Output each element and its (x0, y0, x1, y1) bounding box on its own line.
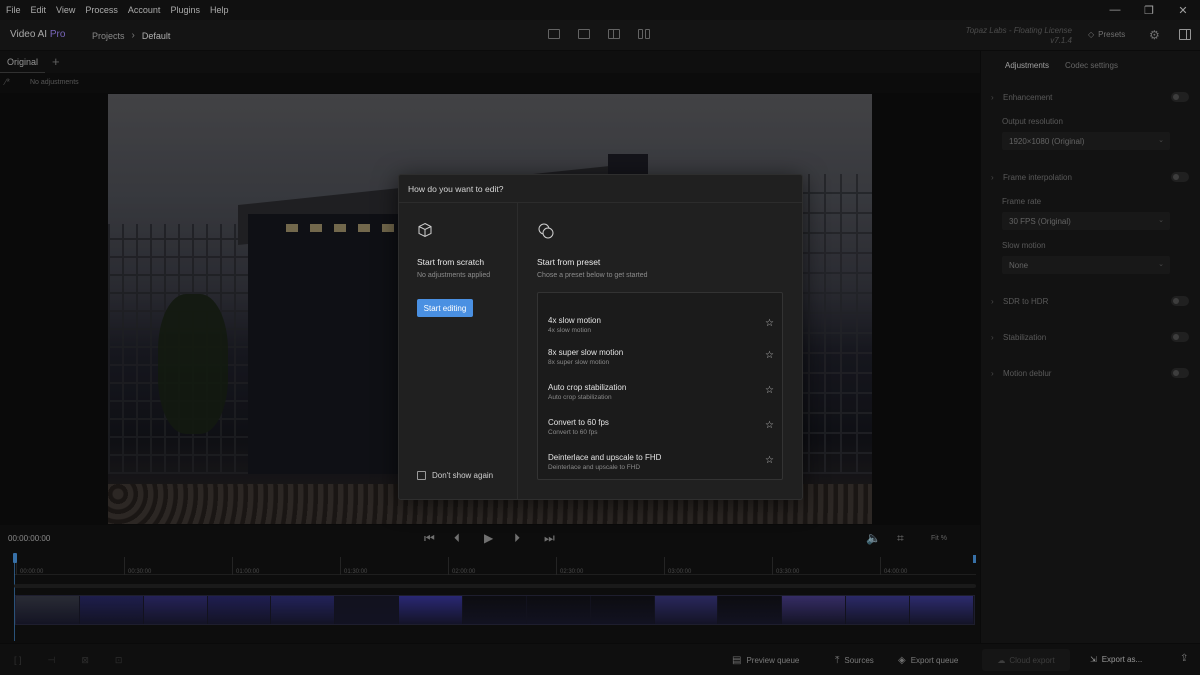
preset-list: 4x slow motion 4x slow motion ☆ 8x super… (537, 292, 783, 480)
presets-icon (538, 223, 554, 239)
preset-description: Convert to 60 fps (548, 429, 598, 436)
star-icon[interactable]: ☆ (765, 318, 774, 329)
preset-item[interactable]: Auto crop stabilization Auto crop stabil… (548, 383, 780, 411)
star-icon[interactable]: ☆ (765, 455, 774, 466)
scratch-title: Start from scratch (417, 257, 485, 267)
preset-name: 4x slow motion (548, 316, 601, 325)
dialog-divider (399, 202, 802, 203)
preset-item[interactable]: Deinterlace and upscale to FHD Deinterla… (548, 453, 780, 481)
star-icon[interactable]: ☆ (765, 350, 774, 361)
preset-description: 4x slow motion (548, 327, 591, 334)
preset-item[interactable]: 4x slow motion 4x slow motion ☆ (548, 316, 780, 344)
preset-description: Deinterlace and upscale to FHD (548, 464, 641, 471)
edit-mode-dialog: How do you want to edit? Start from scra… (398, 174, 803, 500)
scratch-subtitle: No adjustments applied (417, 272, 491, 279)
start-editing-button[interactable]: Start editing (417, 299, 473, 317)
preset-description: Auto crop stabilization (548, 394, 612, 401)
preset-item[interactable]: Convert to 60 fps Convert to 60 fps ☆ (548, 418, 780, 446)
preset-description: 8x super slow motion (548, 359, 610, 366)
preset-title: Start from preset (537, 257, 601, 267)
dont-show-checkbox[interactable] (417, 471, 426, 480)
preset-name: 8x super slow motion (548, 348, 624, 357)
preset-name: Auto crop stabilization (548, 383, 627, 392)
preset-name: Deinterlace and upscale to FHD (548, 453, 662, 462)
dialog-title: How do you want to edit? (408, 184, 504, 194)
star-icon[interactable]: ☆ (765, 385, 774, 396)
dialog-column-divider (517, 203, 518, 499)
preset-name: Convert to 60 fps (548, 418, 609, 427)
preset-item[interactable]: 8x super slow motion 8x super slow motio… (548, 348, 780, 376)
dont-show-label: Don't show again (432, 471, 494, 480)
preset-subtitle: Chose a preset below to get started (537, 272, 648, 279)
dont-show-again[interactable]: Don't show again (417, 471, 493, 480)
cube-icon (418, 222, 432, 238)
star-icon[interactable]: ☆ (765, 420, 774, 431)
